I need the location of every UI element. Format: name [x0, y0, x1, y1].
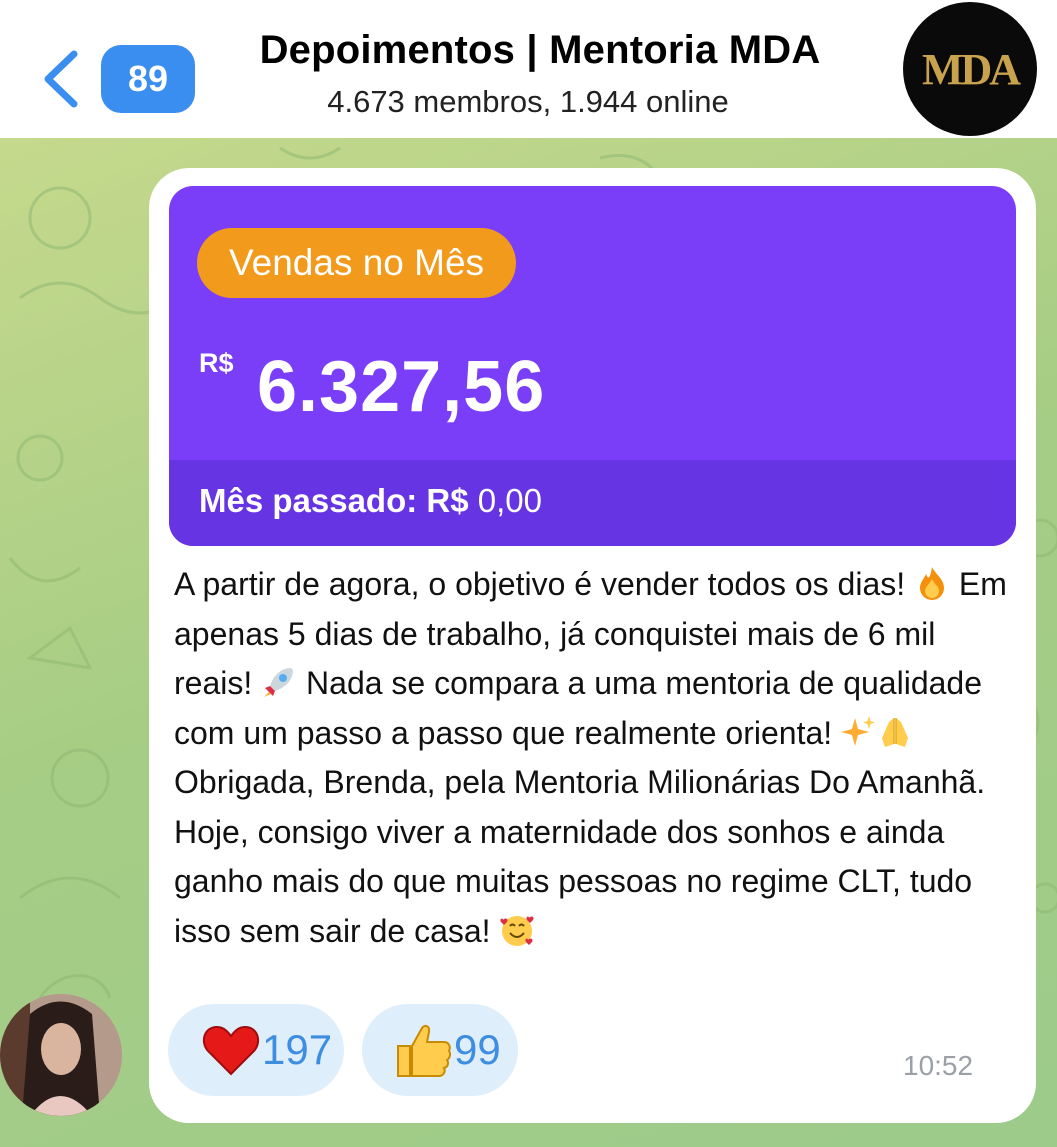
- reaction-heart-count: 197: [262, 1026, 333, 1073]
- group-avatar-logo: MDA: [921, 44, 1021, 94]
- folded-hands-emoji-icon: [882, 717, 909, 747]
- unread-count-badge[interactable]: 89: [101, 45, 195, 113]
- last-month-total: Mês passado: R$ 0,00: [199, 482, 542, 520]
- rocket-emoji-icon: [264, 668, 294, 697]
- heart-icon: [202, 1025, 260, 1076]
- reaction-thumbs-up[interactable]: 99: [362, 1004, 518, 1096]
- smiling-face-with-hearts-emoji-icon: [500, 915, 534, 946]
- sales-card-image[interactable]: Vendas no Mês R$ 6.327,56 Mês passado: R…: [169, 186, 1016, 546]
- text-segment: A partir de agora, o objetivo é vender t…: [174, 566, 915, 602]
- reaction-heart[interactable]: 197: [168, 1004, 344, 1096]
- text-segment: Obrigada, Brenda, pela Mentoria Milionár…: [174, 764, 986, 949]
- last-month-label: Mês passado: R$: [199, 482, 469, 519]
- sales-month-badge: Vendas no Mês: [197, 228, 517, 298]
- fire-emoji-icon: [920, 567, 945, 600]
- last-month-value: 0,00: [477, 482, 542, 519]
- thumbs-up-icon: [397, 1024, 452, 1077]
- chevron-left-icon[interactable]: [40, 48, 82, 110]
- message-text: A partir de agora, o objetivo é vender t…: [174, 560, 1014, 956]
- sender-photo: [0, 994, 122, 1116]
- reaction-thumbs-count: 99: [454, 1026, 501, 1073]
- chat-title[interactable]: Depoimentos | Mentoria MDA: [210, 28, 870, 73]
- sender-avatar[interactable]: [0, 994, 122, 1116]
- message-time: 10:52: [903, 1050, 974, 1081]
- currency-symbol: R$: [199, 348, 234, 378]
- chat-header: 89 Depoimentos | Mentoria MDA 4.673 memb…: [0, 0, 1057, 138]
- sales-amount: 6.327,56: [257, 347, 546, 427]
- member-count: 4.673 membros, 1.944 online: [327, 84, 729, 119]
- sparkles-emoji-icon: [841, 715, 876, 746]
- group-avatar[interactable]: MDA: [903, 2, 1037, 136]
